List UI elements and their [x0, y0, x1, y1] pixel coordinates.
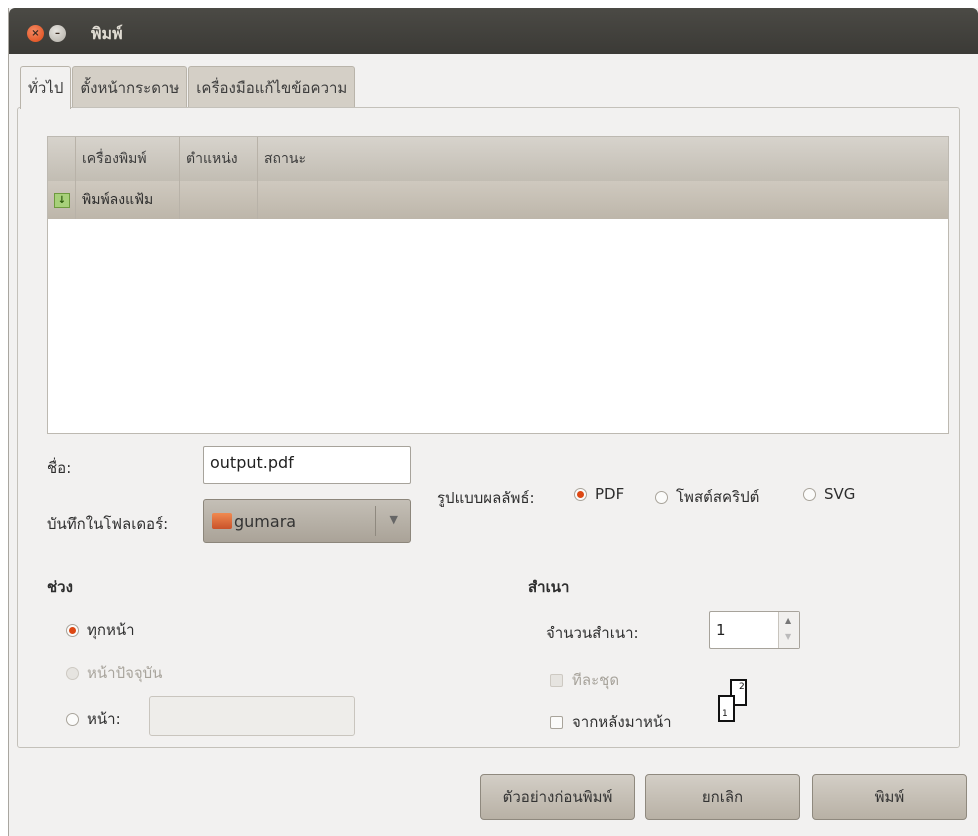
printer-icon-cell: ↓: [48, 181, 76, 219]
format-postscript-label: โพสต์สคริปต์: [676, 488, 760, 506]
reverse-checkbox[interactable]: จากหลังมาหน้า: [550, 710, 672, 734]
format-pdf-radio[interactable]: PDF: [574, 485, 624, 503]
printer-status: [258, 181, 948, 219]
range-heading: ช่วง: [47, 578, 73, 596]
format-svg-label: SVG: [824, 485, 856, 503]
chevron-down-icon[interactable]: ▼: [390, 513, 398, 526]
tab-bar: ทั่วไป ตั้งหน้ากระดาษ เครื่องมือแก้ไขข้อ…: [20, 66, 356, 109]
folder-value: gumara: [234, 511, 297, 531]
copies-heading: สำเนา: [528, 578, 570, 596]
filename-label: ชื่อ:: [47, 459, 72, 477]
radio-checked-icon: [574, 487, 587, 501]
column-location[interactable]: ตำแหน่ง: [180, 137, 258, 181]
range-current-radio[interactable]: หน้าปัจจุบัน: [66, 661, 162, 685]
format-postscript-radio[interactable]: โพสต์สคริปต์: [655, 485, 759, 509]
copies-count-label: จำนวนสำเนา:: [546, 624, 639, 642]
radio-unchecked-icon: [655, 490, 668, 504]
combo-separator: [375, 506, 376, 536]
download-file-icon: ↓: [54, 192, 70, 208]
printer-row-selected[interactable]: ↓ พิมพ์ลงแฟ้ม: [48, 181, 948, 219]
pages-input[interactable]: [149, 696, 355, 736]
close-icon[interactable]: ×: [27, 25, 44, 42]
radio-unchecked-icon: [66, 712, 79, 726]
output-format-label: รูปแบบผลลัพธ์:: [437, 489, 535, 507]
range-all-radio[interactable]: ทุกหน้า: [66, 618, 135, 642]
folder-combo[interactable]: gumara ▼: [203, 499, 411, 543]
checkbox-unchecked-icon: [550, 715, 563, 729]
collate-checkbox[interactable]: ทีละชุด: [550, 668, 619, 692]
spin-up-icon[interactable]: ▲: [785, 616, 791, 625]
print-preview-button[interactable]: ตัวอย่างก่อนพิมพ์: [480, 774, 635, 820]
range-pages-label: หน้า:: [87, 710, 121, 728]
copies-count-value[interactable]: 1: [716, 621, 726, 639]
header-spacer: [48, 137, 76, 181]
range-current-label: หน้าปัจจุบัน: [87, 664, 163, 682]
title-bar[interactable]: × – พิมพ์: [9, 8, 978, 54]
copies-spinner[interactable]: 1 ▲ ▼: [709, 611, 800, 649]
column-status[interactable]: สถานะ: [258, 137, 948, 181]
format-svg-radio[interactable]: SVG: [803, 485, 855, 503]
printer-list[interactable]: เครื่องพิมพ์ ตำแหน่ง สถานะ ↓ พิมพ์ลงแฟ้ม: [47, 136, 949, 434]
printer-list-header: เครื่องพิมพ์ ตำแหน่ง สถานะ: [48, 137, 948, 182]
range-pages-radio[interactable]: หน้า:: [66, 707, 121, 731]
tab-text-editor[interactable]: เครื่องมือแก้ไขข้อความ: [188, 66, 356, 108]
print-button[interactable]: พิมพ์: [812, 774, 967, 820]
cancel-button[interactable]: ยกเลิก: [645, 774, 800, 820]
reverse-label: จากหลังมาหน้า: [572, 713, 672, 731]
collate-pages-icon: 2 1: [716, 677, 756, 725]
radio-disabled-icon: [66, 666, 79, 680]
filename-input[interactable]: output.pdf: [203, 446, 411, 484]
printer-location: [180, 181, 258, 219]
folder-icon: [212, 513, 232, 529]
spinner-buttons: ▲ ▼: [778, 612, 799, 648]
folder-label: บันทึกในโฟลเดอร์:: [47, 515, 169, 533]
radio-unchecked-icon: [803, 487, 816, 501]
printer-name: พิมพ์ลงแฟ้ม: [76, 181, 180, 219]
window-title: พิมพ์: [91, 24, 123, 43]
range-all-label: ทุกหน้า: [87, 621, 135, 639]
checkbox-disabled-icon: [550, 673, 563, 687]
tab-page-setup[interactable]: ตั้งหน้ากระดาษ: [72, 66, 188, 108]
radio-checked-icon: [66, 623, 79, 637]
collate-label: ทีละชุด: [572, 671, 620, 689]
column-printer[interactable]: เครื่องพิมพ์: [76, 137, 180, 181]
tab-general[interactable]: ทั่วไป: [20, 66, 72, 109]
minimize-icon[interactable]: –: [49, 25, 66, 42]
spin-down-icon[interactable]: ▼: [785, 632, 791, 641]
format-pdf-label: PDF: [595, 485, 625, 503]
